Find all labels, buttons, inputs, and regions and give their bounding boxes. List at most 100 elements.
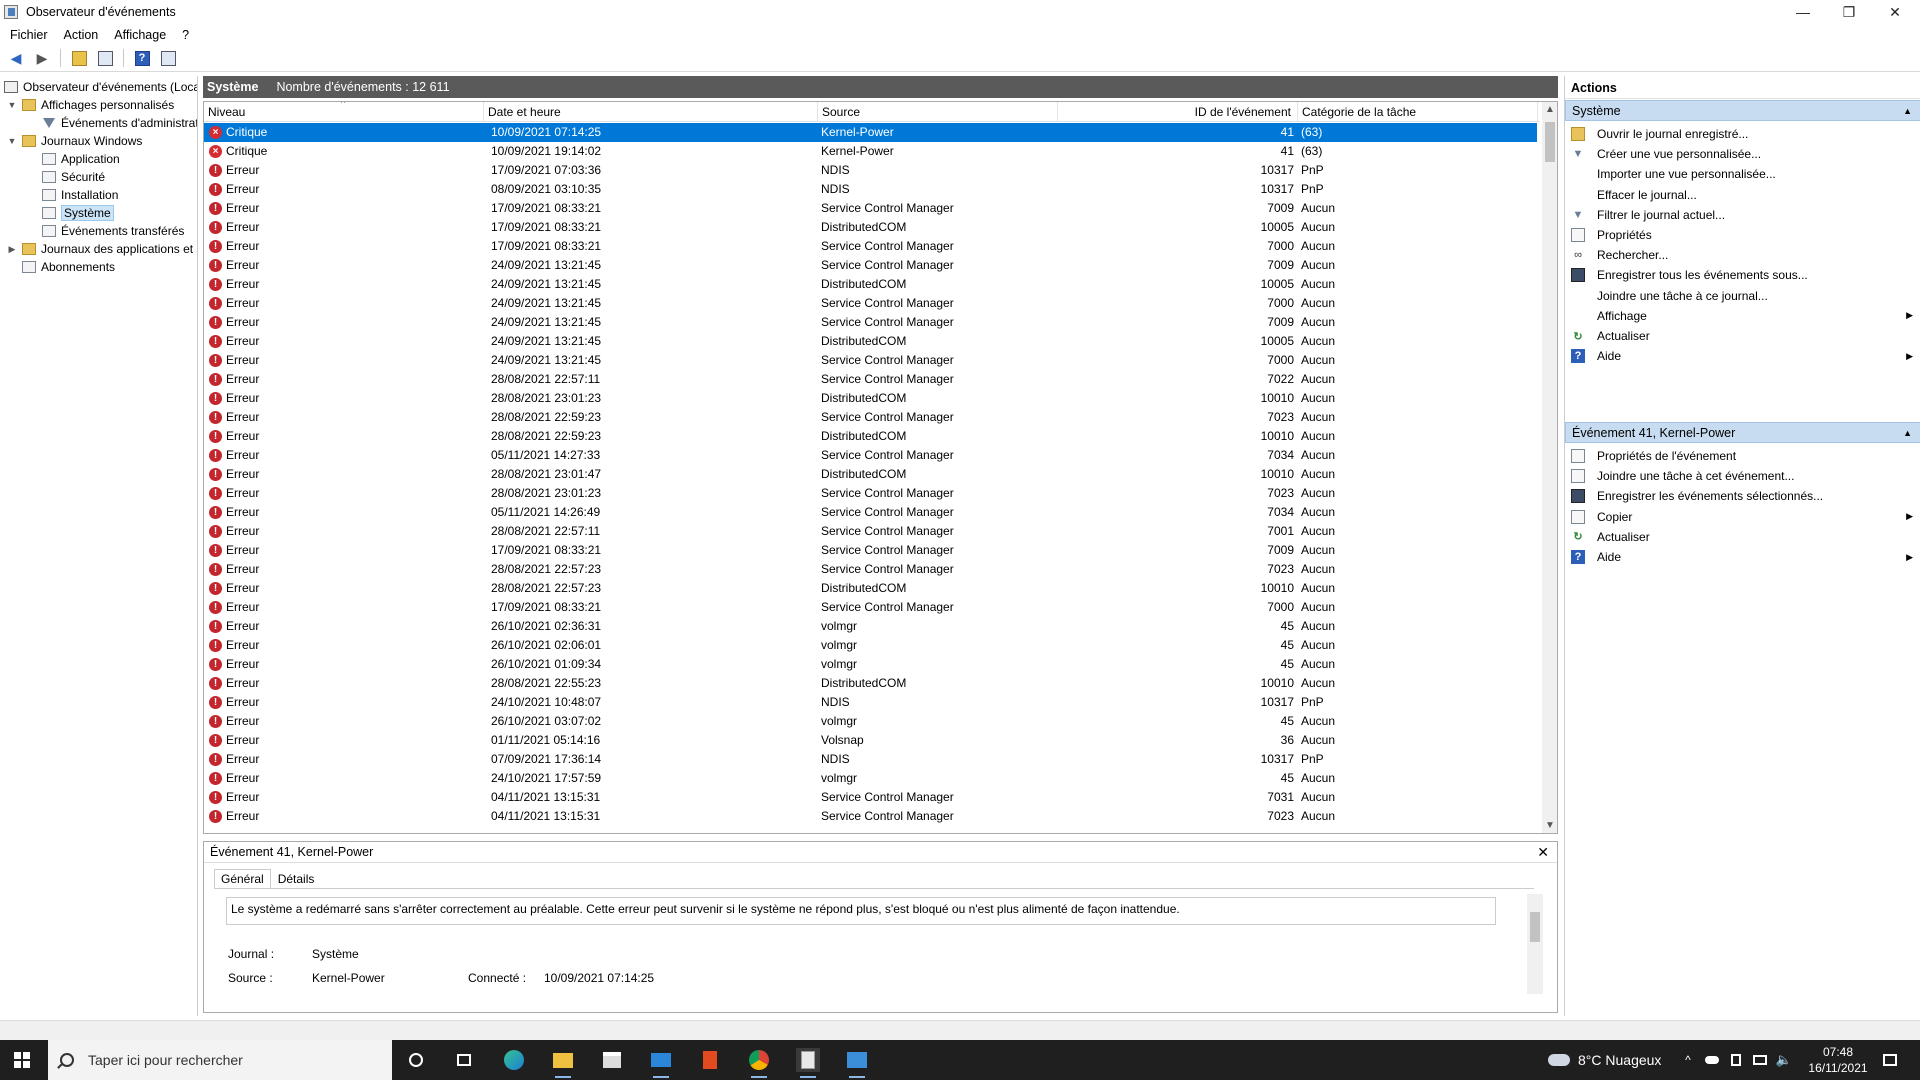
table-row[interactable]: ! Erreur 28/08/2021 22:57:11 Service Contro… [204,522,1537,541]
table-row[interactable]: ! Erreur 24/09/2021 13:21:45 DistributedCOM… [204,332,1537,351]
table-row[interactable]: ! Erreur 24/10/2021 10:48:07 NDIS 10317 PnP [204,693,1537,712]
table-row[interactable]: ! Erreur 28/08/2021 23:01:47 DistributedCOM… [204,465,1537,484]
action-item[interactable]: ? Aide ▶ [1565,345,1920,367]
maximize-button[interactable]: ❐ [1826,0,1872,24]
table-row[interactable]: ! Erreur 04/11/2021 13:15:31 Service Contro… [204,807,1537,826]
scroll-thumb[interactable] [1530,912,1540,942]
column-source[interactable]: Source [818,102,1058,122]
column-event-id[interactable]: ID de l'événement [1058,102,1298,122]
actions-section-event[interactable]: Événement 41, Kernel-Power ▲ [1565,422,1920,443]
show-tree-icon[interactable] [95,48,115,68]
folder-up-icon[interactable] [69,48,89,68]
detail-close-button[interactable]: ✕ [1537,844,1549,861]
action-item[interactable]: ↻ Actualiser [1565,325,1920,347]
table-row[interactable]: ! Erreur 24/10/2021 17:57:59 volmgr 45 Aucun [204,769,1537,788]
taskbar-search[interactable]: Taper ici pour rechercher [48,1040,392,1080]
table-row[interactable]: ! Erreur 05/11/2021 14:27:33 Service Contro… [204,446,1537,465]
column-date[interactable]: Date et heure [484,102,818,122]
table-row[interactable]: ! Erreur 01/11/2021 05:14:16 Volsnap 36 Aucun [204,731,1537,750]
table-row[interactable]: ! Erreur 26/10/2021 02:06:01 volmgr 45 Aucun [204,636,1537,655]
table-row[interactable]: ! Erreur 17/09/2021 08:33:21 Service Contro… [204,541,1537,560]
table-row[interactable]: ! Erreur 28/08/2021 22:55:23 DistributedCOM… [204,674,1537,693]
meet-now-icon[interactable] [1724,1048,1748,1072]
notifications-icon[interactable] [1878,1048,1902,1072]
event-viewer-taskbar-icon[interactable] [796,1048,820,1078]
tab-details[interactable]: Détails [271,869,322,889]
scroll-down-icon[interactable]: ▼ [1545,820,1555,831]
weather-widget[interactable]: 8°C Nuageux [1548,1040,1661,1080]
store-icon[interactable] [600,1048,624,1072]
table-row[interactable]: ! Erreur 28/08/2021 22:57:23 Service Contro… [204,560,1537,579]
menu-action[interactable]: Action [64,28,99,42]
table-row[interactable]: ! Erreur 26/10/2021 02:36:31 volmgr 45 Aucun [204,617,1537,636]
table-row[interactable]: ! Erreur 28/08/2021 22:57:23 DistributedCOM… [204,579,1537,598]
table-row[interactable]: ! Erreur 24/09/2021 13:21:45 Service Contro… [204,313,1537,332]
action-item[interactable]: Enregistrer les événements sélectionnés.… [1565,485,1920,507]
network-icon[interactable] [1748,1048,1772,1072]
table-row[interactable]: ! Erreur 28/08/2021 22:57:11 Service Contro… [204,370,1537,389]
office-icon[interactable] [698,1048,722,1072]
table-row[interactable]: ! Erreur 17/09/2021 08:33:21 Service Contro… [204,598,1537,617]
action-item[interactable]: Joindre une tâche à ce journal... [1565,285,1920,307]
tree-forwarded-events[interactable]: Événements transférés [42,222,184,240]
collapse-icon[interactable]: ▼ [6,136,18,146]
table-row[interactable]: ! Erreur 28/08/2021 22:59:23 DistributedCOM… [204,427,1537,446]
table-row[interactable]: ! Erreur 08/09/2021 03:10:35 NDIS 10317 PnP [204,180,1537,199]
tree-windows-logs[interactable]: ▼ Journaux Windows [6,132,143,150]
action-item[interactable]: Propriétés de l'événement [1565,445,1920,467]
action-item[interactable]: Enregistrer tous les événements sous... [1565,264,1920,286]
forward-arrow-icon[interactable]: ▶ [32,48,52,68]
collapse-caret-icon[interactable]: ▲ [1903,428,1912,438]
menu-help[interactable]: ? [182,28,189,42]
table-row[interactable]: ! Erreur 07/09/2021 17:36:14 NDIS 10317 PnP [204,750,1537,769]
column-task-category[interactable]: Catégorie de la tâche [1298,102,1538,122]
table-row[interactable]: ! Erreur 05/11/2021 14:26:49 Service Contro… [204,503,1537,522]
menu-file[interactable]: Fichier [10,28,48,42]
scroll-up-icon[interactable]: ▲ [1545,104,1555,115]
tray-chevron-icon[interactable]: ^ [1676,1048,1700,1072]
file-explorer-icon[interactable] [551,1048,575,1078]
table-row[interactable]: ! Erreur 17/09/2021 08:33:21 DistributedCOM… [204,218,1537,237]
table-row[interactable]: ! Erreur 26/10/2021 01:09:34 volmgr 45 Aucun [204,655,1537,674]
action-item[interactable]: Affichage ▶ [1565,305,1920,327]
expand-icon[interactable]: ▶ [6,244,18,255]
photos-icon[interactable] [845,1048,869,1078]
action-item[interactable]: Effacer le journal... [1565,184,1920,206]
event-message[interactable]: Le système a redémarré sans s'arrêter co… [226,897,1496,925]
tree-application[interactable]: Application [42,150,120,168]
menu-view[interactable]: Affichage [114,28,166,42]
table-row[interactable]: ! Erreur 04/11/2021 13:15:31 Service Contro… [204,788,1537,807]
action-item[interactable]: Joindre une tâche à cet événement... [1565,465,1920,487]
volume-icon[interactable]: 🔈 [1772,1048,1796,1072]
table-row[interactable]: ! Erreur 17/09/2021 08:33:21 Service Contro… [204,199,1537,218]
table-row[interactable]: ! Erreur 24/09/2021 13:21:45 Service Contro… [204,256,1537,275]
tree-apps-logs[interactable]: ▶Journaux des applications et services [6,240,197,258]
minimize-button[interactable]: — [1780,0,1826,24]
tree-subscriptions[interactable]: Abonnements [22,258,115,276]
table-row[interactable]: ! Erreur 26/10/2021 03:07:02 volmgr 45 Aucun [204,712,1537,731]
table-row[interactable]: ! Erreur 24/09/2021 13:21:45 Service Contro… [204,294,1537,313]
windows-start-icon[interactable] [14,1052,30,1068]
tree-system[interactable]: Système [42,204,114,222]
tree-setup[interactable]: Installation [42,186,118,204]
table-row[interactable]: ! Erreur 17/09/2021 07:03:36 NDIS 10317 PnP [204,161,1537,180]
action-item[interactable]: ↻ Actualiser [1565,526,1920,548]
collapse-caret-icon[interactable]: ▲ [1903,106,1912,116]
action-item[interactable]: Ouvrir le journal enregistré... [1565,123,1920,145]
edge-icon[interactable] [502,1048,526,1072]
task-view-icon[interactable] [452,1048,476,1072]
mail-icon[interactable] [649,1048,673,1078]
table-row[interactable]: ! Erreur 24/09/2021 13:21:45 DistributedCOM… [204,275,1537,294]
tree-security[interactable]: Sécurité [42,168,105,186]
table-row[interactable]: ! Erreur 24/09/2021 13:21:45 Service Contro… [204,351,1537,370]
tree-admin-events[interactable]: Événements d'administration [42,114,197,132]
event-list-scrollbar[interactable]: ▲ ▼ [1542,102,1557,833]
tab-general[interactable]: Général [214,869,271,889]
action-item[interactable]: ▼ Filtrer le journal actuel... [1565,204,1920,226]
tree-root[interactable]: Observateur d'événements (Local) [4,78,197,96]
action-item[interactable]: Importer une vue personnalisée... [1565,163,1920,185]
cortana-icon[interactable] [404,1048,428,1072]
action-item[interactable]: ▼ Créer une vue personnalisée... [1565,143,1920,165]
show-actions-icon[interactable] [158,48,178,68]
action-item[interactable]: Copier ▶ [1565,506,1920,528]
